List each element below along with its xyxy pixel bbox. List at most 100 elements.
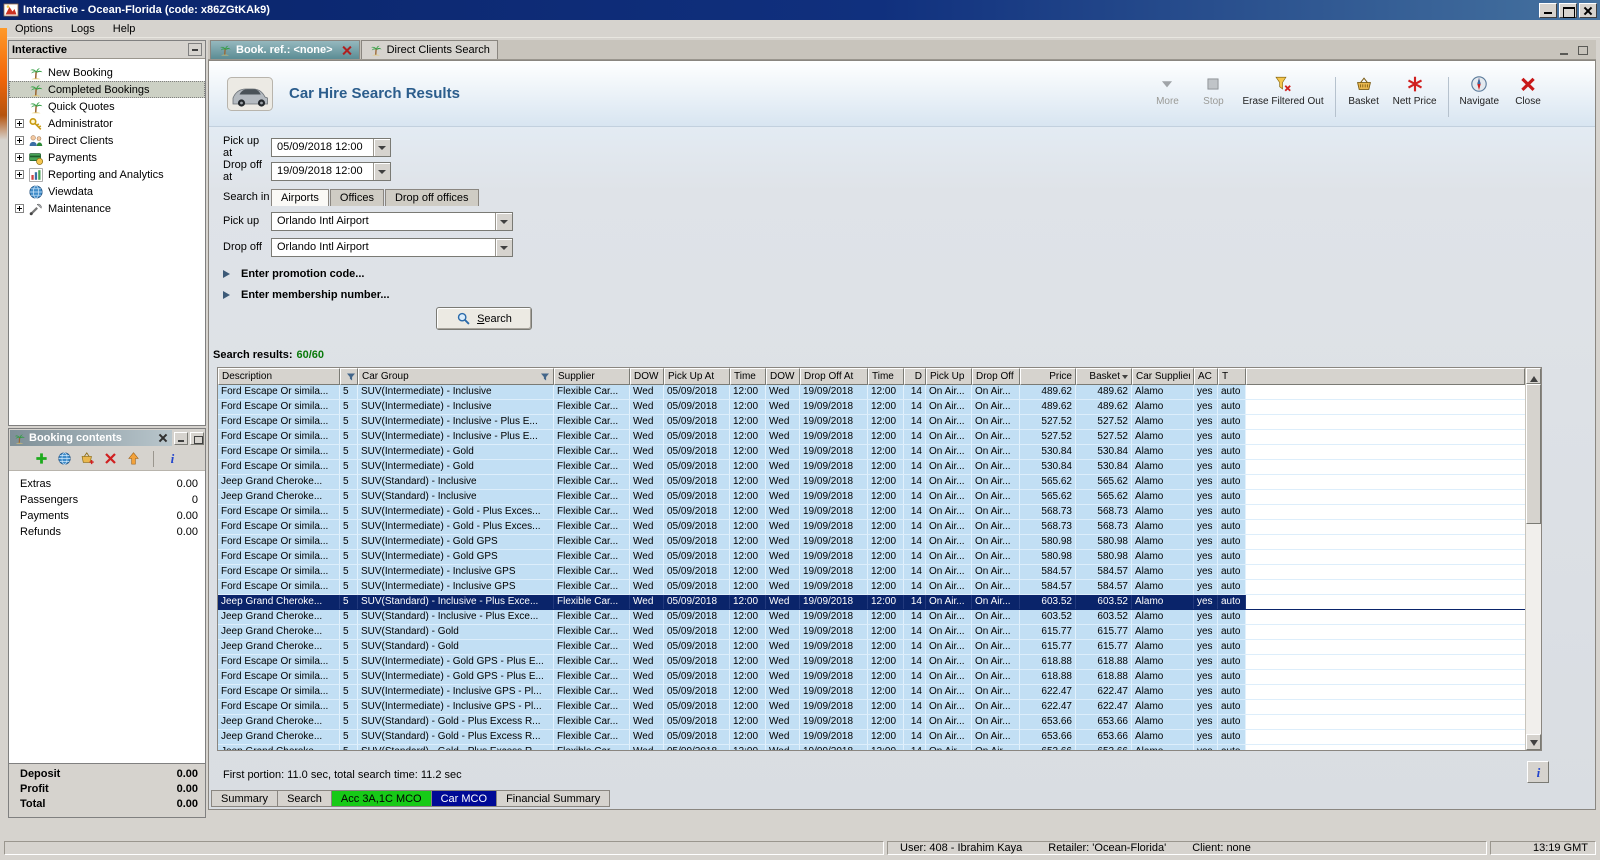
toolbar-stop-button[interactable]: Stop bbox=[1190, 70, 1236, 109]
result-row[interactable]: Jeep Grand Cheroke...5SUV(Standard) - Go… bbox=[218, 715, 1525, 730]
world-button[interactable] bbox=[56, 450, 74, 468]
expand-plus-icon[interactable] bbox=[15, 136, 24, 145]
menu-help[interactable]: Help bbox=[104, 22, 145, 36]
search-in-tab-offices[interactable]: Offices bbox=[329, 189, 384, 206]
sidebar-item-new-booking[interactable]: New Booking bbox=[9, 64, 205, 81]
column-header-dropoff_at[interactable]: Drop Off At bbox=[800, 368, 868, 385]
result-row[interactable]: Jeep Grand Cheroke... 5 SUV(Standard) - In… bbox=[218, 475, 1525, 490]
column-header-basket[interactable]: Basket bbox=[1076, 368, 1132, 385]
sidebar-item-maintenance[interactable]: Maintenance bbox=[9, 200, 205, 217]
result-row[interactable]: Ford Escape Or simila... 5 SUV(Intermediat… bbox=[218, 670, 1525, 685]
sidebar-collapse-icon[interactable] bbox=[188, 43, 202, 56]
delete-button[interactable] bbox=[102, 450, 120, 468]
column-header-t[interactable]: T bbox=[1218, 368, 1246, 385]
column-header-car_supplier[interactable]: Car Supplier bbox=[1132, 368, 1194, 385]
result-row[interactable]: Ford Escape Or simila... 5 SUV(Intermediat… bbox=[218, 445, 1525, 460]
column-header-s[interactable]: S bbox=[340, 368, 358, 385]
expand-plus-icon[interactable] bbox=[15, 119, 24, 128]
result-row[interactable]: Ford Escape Or simila... 5 SUV(Intermediat… bbox=[218, 685, 1525, 700]
result-row[interactable]: Jeep Grand Cheroke...5SUV(Standard) - Go… bbox=[218, 625, 1525, 640]
result-row[interactable]: Jeep Grand Cheroke...5SUV(Standard) - Go… bbox=[218, 745, 1525, 750]
chevron-down-icon[interactable] bbox=[495, 238, 512, 256]
result-row[interactable]: Jeep Grand Cheroke...5SUV(Standard) - Go… bbox=[218, 730, 1525, 745]
booking-contents-float-icon[interactable] bbox=[190, 431, 204, 445]
info-button[interactable]: i bbox=[1527, 761, 1549, 783]
result-row[interactable]: Jeep Grand Cheroke... 5 SUV(Standard) - In… bbox=[218, 490, 1525, 505]
column-header-d[interactable]: D bbox=[904, 368, 926, 385]
result-row[interactable]: Ford Escape Or simila... 5 SUV(Intermediat… bbox=[218, 565, 1525, 580]
scroll-down-icon[interactable] bbox=[1526, 734, 1541, 750]
promote-button[interactable] bbox=[125, 450, 143, 468]
result-row[interactable]: Ford Escape Or simila... 5 SUV(Intermediat… bbox=[218, 655, 1525, 670]
chevron-down-icon[interactable] bbox=[373, 138, 390, 156]
column-header-description[interactable]: Description bbox=[218, 368, 340, 385]
toolbar-more-button[interactable]: More bbox=[1144, 70, 1190, 109]
expand-plus-icon[interactable] bbox=[15, 153, 24, 162]
dropoff-at-combobox[interactable]: 19/09/2018 12:00 bbox=[271, 161, 391, 181]
menu-logs[interactable]: Logs bbox=[62, 22, 104, 36]
chevron-down-icon[interactable] bbox=[495, 212, 512, 230]
promotion-code-expander[interactable]: Enter promotion code... bbox=[223, 266, 364, 282]
result-row[interactable]: Jeep Grand Cheroke... 5 SUV(Standard) - In… bbox=[218, 610, 1525, 625]
column-header-time1[interactable]: Time bbox=[730, 368, 766, 385]
tab-close-icon[interactable] bbox=[341, 45, 352, 56]
result-row[interactable]: Ford Escape Or simila... 5 SUV(Intermediat… bbox=[218, 430, 1525, 445]
info-button[interactable]: i bbox=[164, 450, 182, 468]
add-button[interactable] bbox=[33, 450, 51, 468]
add-to-basket-button[interactable] bbox=[79, 450, 97, 468]
sidebar-item-reporting-and-analytics[interactable]: Reporting and Analytics bbox=[9, 166, 205, 183]
result-row[interactable]: Jeep Grand Cheroke... 5 SUV(Standard) - In… bbox=[218, 595, 1525, 610]
toolbar-erase-filtered-out-button[interactable]: Erase Filtered Out bbox=[1236, 70, 1329, 109]
toolbar-navigate-button[interactable]: Navigate bbox=[1454, 70, 1505, 109]
result-row[interactable]: Ford Escape Or simila... 5 SUV(Intermediat… bbox=[218, 700, 1525, 715]
expand-plus-icon[interactable] bbox=[15, 170, 24, 179]
window-maximize-icon[interactable] bbox=[1559, 2, 1577, 18]
column-header-dow2[interactable]: DOW bbox=[766, 368, 800, 385]
booking-contents-caption[interactable]: Booking contents bbox=[10, 430, 172, 446]
sidebar-item-direct-clients[interactable]: Direct Clients bbox=[9, 132, 205, 149]
vertical-scrollbar[interactable] bbox=[1525, 368, 1541, 750]
document-tab-direct-clients-search[interactable]: Direct Clients Search bbox=[360, 40, 498, 59]
chevron-down-icon[interactable] bbox=[373, 162, 390, 180]
column-header-supplier[interactable]: Supplier bbox=[554, 368, 630, 385]
result-row[interactable]: Ford Escape Or simila... 5 SUV(Intermediat… bbox=[218, 535, 1525, 550]
membership-number-expander[interactable]: Enter membership number... bbox=[223, 287, 390, 303]
sidebar-item-completed-bookings[interactable]: Completed Bookings bbox=[9, 81, 205, 98]
bottom-tab-financial-summary[interactable]: Financial Summary bbox=[497, 790, 611, 807]
result-row[interactable]: Ford Escape Or simila... 5 SUV(Intermediat… bbox=[218, 580, 1525, 595]
column-header-price[interactable]: Price bbox=[1020, 368, 1076, 385]
toolbar-basket-button[interactable]: Basket bbox=[1341, 70, 1387, 109]
search-in-tab-drop-off-offices[interactable]: Drop off offices bbox=[384, 189, 479, 206]
column-header-car_group[interactable]: Car Group bbox=[358, 368, 554, 385]
column-header-dropoff_loc[interactable]: Drop Off bbox=[972, 368, 1020, 385]
sidebar-item-quick-quotes[interactable]: Quick Quotes bbox=[9, 98, 205, 115]
toolbar-nett-price-button[interactable]: Nett Price bbox=[1387, 70, 1443, 109]
bottom-tab-summary[interactable]: Summary bbox=[211, 790, 279, 807]
sidebar-item-administrator[interactable]: Administrator bbox=[9, 115, 205, 132]
child-restore-icon[interactable] bbox=[1576, 44, 1590, 56]
scrollbar-track[interactable] bbox=[1526, 384, 1541, 734]
search-button[interactable]: Search bbox=[436, 307, 532, 330]
document-tab-book-ref-none[interactable]: Book. ref.: <none> bbox=[210, 40, 360, 59]
scroll-up-icon[interactable] bbox=[1526, 368, 1541, 384]
sidebar-item-viewdata[interactable]: Viewdata bbox=[9, 183, 205, 200]
window-close-icon[interactable] bbox=[1579, 2, 1597, 18]
child-minimize-icon[interactable] bbox=[1558, 44, 1572, 56]
result-row[interactable]: Ford Escape Or simila... 5 SUV(Intermediat… bbox=[218, 415, 1525, 430]
column-header-ac[interactable]: AC bbox=[1194, 368, 1218, 385]
bottom-tab-car-mco[interactable]: Car MCO bbox=[431, 790, 498, 807]
search-in-tab-airports[interactable]: Airports bbox=[271, 189, 329, 206]
column-header-dow1[interactable]: DOW bbox=[630, 368, 664, 385]
result-row[interactable]: Ford Escape Or simila... 5 SUV(Intermediat… bbox=[218, 520, 1525, 535]
booking-contents-close-icon[interactable] bbox=[157, 432, 169, 444]
menu-options[interactable]: Options bbox=[6, 22, 62, 36]
sidebar-item-payments[interactable]: Payments bbox=[9, 149, 205, 166]
pickup-at-combobox[interactable]: 05/09/2018 12:00 bbox=[271, 137, 391, 157]
pickup-location-combobox[interactable]: Orlando Intl Airport bbox=[271, 211, 513, 231]
expand-plus-icon[interactable] bbox=[15, 204, 24, 213]
dropoff-location-combobox[interactable]: Orlando Intl Airport bbox=[271, 237, 513, 257]
result-row[interactable]: Ford Escape Or simila... 5 SUV(Intermediat… bbox=[218, 550, 1525, 565]
toolbar-close-button[interactable]: Close bbox=[1505, 70, 1551, 109]
bottom-tab-acc-3a-1c-mco[interactable]: Acc 3A,1C MCO bbox=[331, 790, 432, 807]
result-row[interactable]: Ford Escape Or simila... 5 SUV(Intermediat… bbox=[218, 460, 1525, 475]
